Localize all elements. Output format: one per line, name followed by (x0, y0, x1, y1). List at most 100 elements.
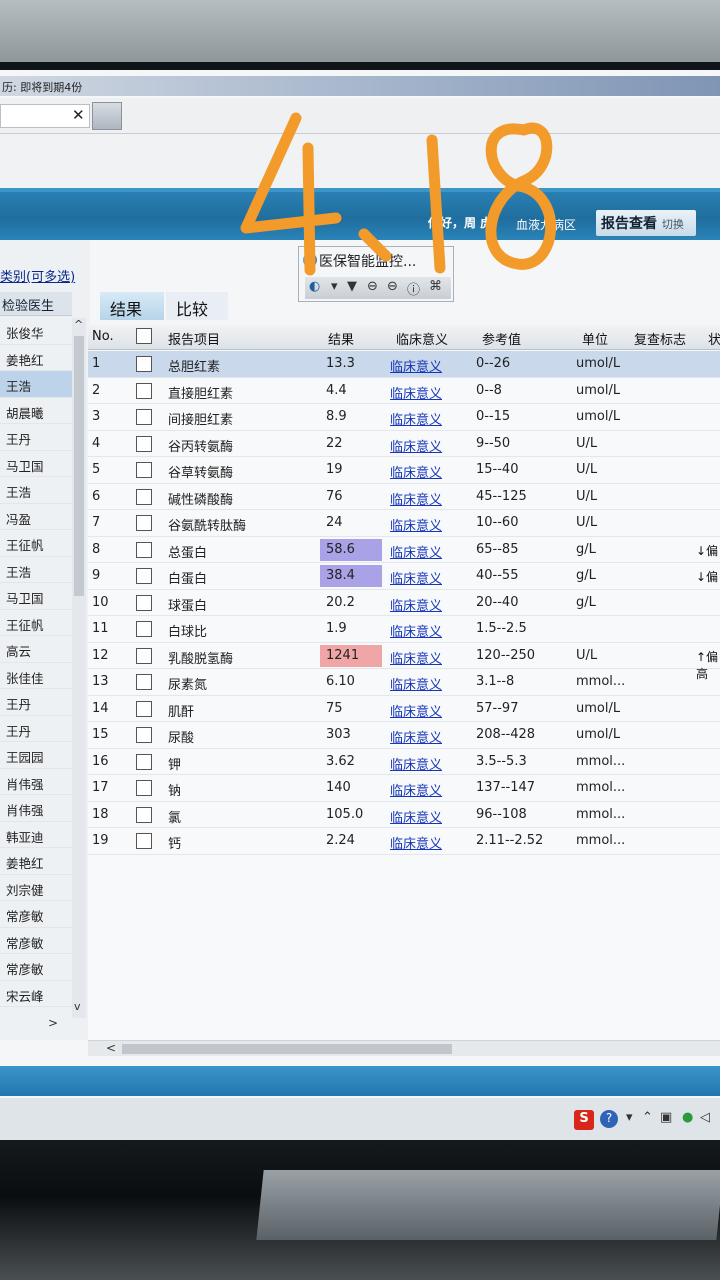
doctor-list-item[interactable]: 王丹 (0, 716, 72, 742)
row-checkbox[interactable] (136, 488, 152, 505)
table-row[interactable]: 16 钾 3.62 临床意义 3.5--5.3 mmol... (88, 749, 720, 775)
row-checkbox[interactable] (136, 568, 152, 584)
clinical-meaning-link[interactable]: 临床意义 (390, 356, 442, 375)
clinical-meaning-link[interactable]: 临床意义 (390, 780, 442, 799)
table-row[interactable]: 13 尿素氮 6.10 临床意义 3.1--8 mmol... (88, 669, 720, 696)
table-row[interactable]: 11 白球比 1.9 临床意义 1.5--2.5 (88, 616, 720, 643)
report-view-button[interactable]: 报告查看 切换 (596, 210, 696, 236)
row-checkbox[interactable] (136, 780, 152, 796)
table-row[interactable]: 4 谷丙转氨酶 22 临床意义 9--50 U/L (88, 431, 720, 457)
clinical-meaning-link[interactable]: 临床意义 (390, 595, 442, 614)
clinical-meaning-link[interactable]: 临床意义 (390, 648, 442, 667)
doctor-list-scrollbar[interactable]: ^ v (72, 318, 86, 1018)
row-checkbox[interactable] (136, 753, 152, 770)
table-row[interactable]: 6 碱性磷酸酶 76 临床意义 45--125 U/L (88, 484, 720, 510)
doctor-list-item[interactable]: 马卫国 (0, 451, 72, 477)
doctor-list-item[interactable]: 张俊华 (0, 318, 72, 345)
clinical-meaning-link[interactable]: 临床意义 (390, 754, 442, 773)
table-row[interactable]: 9 白蛋白 38.4 临床意义 40--55 g/L ↓偏 (88, 563, 720, 590)
doctor-list-item[interactable]: 常彦敏 (0, 954, 72, 981)
row-checkbox[interactable] (136, 833, 152, 849)
row-checkbox[interactable] (136, 647, 152, 664)
doctor-list-item[interactable]: 张佳佳 (0, 663, 72, 689)
row-checkbox[interactable] (136, 674, 152, 690)
close-icon[interactable]: ✕ (433, 252, 443, 266)
clinical-meaning-link[interactable]: 临床意义 (390, 489, 442, 508)
doctor-list-item[interactable]: 胡晨曦 (0, 398, 72, 424)
doctor-list-item[interactable]: 王浩 (0, 371, 72, 398)
ie-logo-icon[interactable]: ◐ (309, 279, 320, 294)
network-icon[interactable]: ▣ (660, 1110, 672, 1125)
status-icon[interactable]: ● (682, 1110, 693, 1125)
doctor-list-item[interactable]: 王征帆 (0, 610, 72, 636)
chevron-right-icon[interactable]: > (48, 1016, 58, 1030)
volume-icon[interactable]: ◁ (700, 1110, 710, 1125)
scrollbar-thumb[interactable] (74, 336, 84, 596)
doctor-list-item[interactable]: 冯盈 (0, 504, 72, 530)
table-row[interactable]: 8 总蛋白 58.6 临床意义 65--85 g/L ↓偏 (88, 537, 720, 563)
clinical-meaning-link[interactable]: 临床意义 (390, 674, 442, 693)
help-icon[interactable]: ? (600, 1110, 618, 1128)
tab-compare[interactable]: 比较 (166, 292, 228, 320)
doctor-list-item[interactable]: 马卫国 (0, 583, 72, 610)
info-icon[interactable]: ⓘ (407, 279, 420, 298)
row-checkbox[interactable] (136, 435, 152, 452)
row-checkbox[interactable] (136, 806, 152, 823)
table-row[interactable]: 7 谷氨酰转肽酶 24 临床意义 10--60 U/L (88, 510, 720, 537)
category-multi-select-link[interactable]: 类别(可多选) (0, 266, 75, 285)
doctor-list-item[interactable]: 姜艳红 (0, 848, 72, 875)
row-checkbox[interactable] (136, 621, 152, 637)
doctor-list-item[interactable]: 肖伟强 (0, 769, 72, 795)
doctor-list-item[interactable]: 韩亚迪 (0, 822, 72, 848)
clinical-meaning-link[interactable]: 临床意义 (390, 542, 442, 561)
table-row[interactable]: 2 直接胆红素 4.4 临床意义 0--8 umol/L (88, 378, 720, 404)
toolbar-button[interactable] (92, 102, 122, 130)
dropdown-icon[interactable]: ▾ (626, 1110, 633, 1125)
table-row[interactable]: 1 总胆红素 13.3 临床意义 0--26 umol/L (88, 351, 720, 378)
clinical-meaning-link[interactable]: 临床意义 (390, 833, 442, 852)
table-row[interactable]: 18 氯 105.0 临床意义 96--108 mmol... (88, 802, 720, 828)
clinical-meaning-link[interactable]: 临床意义 (390, 383, 442, 402)
row-checkbox[interactable] (136, 356, 152, 372)
clinical-meaning-link[interactable]: 临床意义 (390, 727, 442, 746)
clinical-meaning-link[interactable]: 临床意义 (390, 807, 442, 826)
minimize-icon[interactable]: ⊖ (367, 279, 378, 294)
doctor-list-item[interactable]: 常彦敏 (0, 901, 72, 928)
doctor-list-item[interactable]: 王丹 (0, 689, 72, 716)
doctor-list-item[interactable]: 王丹 (0, 424, 72, 451)
clinical-meaning-link[interactable]: 临床意义 (390, 568, 442, 587)
doctor-list-item[interactable]: 王征帆 (0, 530, 72, 557)
dropdown-icon[interactable]: ▾ (331, 279, 338, 294)
scroll-up-icon[interactable]: ^ (74, 318, 83, 331)
clinical-meaning-link[interactable]: 临床意义 (390, 515, 442, 534)
settings-icon[interactable]: ⌘ (429, 279, 442, 294)
tab-results[interactable]: 结果 (100, 292, 164, 320)
scroll-left-icon[interactable]: < (106, 1041, 116, 1055)
dropdown-arrow-icon[interactable]: ▼ (347, 279, 357, 294)
table-row[interactable]: 5 谷草转氨酶 19 临床意义 15--40 U/L (88, 457, 720, 484)
doctor-list-item[interactable]: 宋云峰 (0, 981, 72, 1007)
scrollbar-thumb[interactable] (122, 1044, 452, 1054)
table-horizontal-scrollbar[interactable]: < (88, 1040, 720, 1056)
row-checkbox[interactable] (136, 727, 152, 743)
sogou-input-icon[interactable]: S (574, 1110, 594, 1130)
doctor-list-item[interactable]: 肖伟强 (0, 795, 72, 822)
row-checkbox[interactable] (136, 515, 152, 531)
doctor-list-item[interactable]: 王园园 (0, 742, 72, 769)
tray-expand-icon[interactable]: ⌃ (642, 1110, 653, 1125)
table-row[interactable]: 3 间接胆红素 8.9 临床意义 0--15 umol/L (88, 404, 720, 431)
doctor-list-item[interactable]: 常彦敏 (0, 928, 72, 954)
table-row[interactable]: 15 尿酸 303 临床意义 208--428 umol/L (88, 722, 720, 749)
doctor-list-item[interactable]: 姜艳红 (0, 345, 72, 371)
doctor-list-item[interactable]: 王浩 (0, 477, 72, 504)
row-checkbox[interactable] (136, 409, 152, 425)
clinical-meaning-link[interactable]: 临床意义 (390, 409, 442, 428)
doctor-list-item[interactable]: 高云 (0, 636, 72, 663)
doctor-list-item[interactable]: 刘宗健 (0, 875, 72, 901)
clinical-meaning-link[interactable]: 临床意义 (390, 436, 442, 455)
doctor-list-item[interactable]: 王浩 (0, 557, 72, 583)
table-row[interactable]: 19 钙 2.24 临床意义 2.11--2.52 mmol... (88, 828, 720, 855)
row-checkbox[interactable] (136, 541, 152, 558)
table-row[interactable]: 10 球蛋白 20.2 临床意义 20--40 g/L (88, 590, 720, 616)
clinical-meaning-link[interactable]: 临床意义 (390, 621, 442, 640)
